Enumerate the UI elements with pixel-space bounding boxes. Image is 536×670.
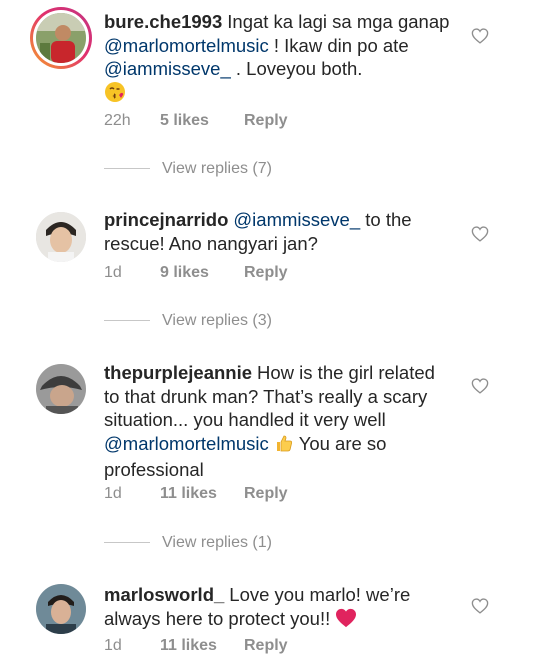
thumbs-up-icon — [274, 433, 294, 459]
comment-username[interactable]: marlosworld_ — [104, 584, 224, 605]
divider-line — [104, 542, 150, 544]
view-replies-button[interactable]: View replies (7) — [104, 160, 272, 182]
reply-button[interactable]: Reply — [244, 485, 288, 503]
comment-timestamp: 1d — [104, 485, 122, 502]
comment-text-segment: ! Ikaw din po ate — [268, 34, 409, 56]
view-replies-button[interactable]: View replies (3) — [104, 312, 272, 334]
comment-text: princejnarrido @iammisseve_ to the rescue… — [104, 208, 452, 255]
comment-meta: 22h 5 likes Reply — [104, 112, 288, 132]
avatar[interactable] — [36, 212, 86, 262]
mention-link[interactable]: @iammisseve_ — [104, 58, 231, 79]
comment-timestamp: 22h — [104, 112, 131, 129]
heart-outline-icon[interactable] — [471, 28, 489, 44]
view-replies-label: View replies (3) — [162, 312, 272, 329]
divider-line — [104, 320, 150, 322]
heart-outline-icon[interactable] — [471, 598, 489, 614]
likes-count[interactable]: 11 likes — [160, 485, 234, 503]
reply-button[interactable]: Reply — [244, 264, 288, 282]
mention-link[interactable]: @marlomortelmusic — [104, 433, 269, 454]
comment-meta: 1d 9 likes Reply — [104, 264, 288, 284]
heart-outline-icon[interactable] — [471, 226, 489, 242]
comment-text: thepurplejeannie How is the girl related … — [104, 361, 452, 482]
view-replies-button[interactable]: View replies (1) — [104, 534, 272, 556]
comment-text: marlosworld_ Love you marlo! we’re always… — [104, 583, 452, 633]
story-ring[interactable] — [30, 7, 92, 69]
likes-count[interactable]: 5 likes — [160, 112, 234, 130]
mention-link[interactable]: @marlomortelmusic — [104, 35, 269, 56]
kiss-face-icon — [104, 81, 126, 109]
avatar[interactable] — [36, 364, 86, 414]
likes-count[interactable]: 11 likes — [160, 637, 234, 655]
red-heart-icon — [335, 608, 357, 634]
heart-outline-icon[interactable] — [471, 378, 489, 394]
reply-button[interactable]: Reply — [244, 112, 288, 130]
comment-meta: 1d 11 likes Reply — [104, 637, 288, 657]
view-replies-label: View replies (1) — [162, 534, 272, 551]
comment-username[interactable]: bure.che1993 — [104, 11, 222, 32]
reply-button[interactable]: Reply — [244, 637, 288, 655]
comment-username[interactable]: princejnarrido — [104, 209, 228, 230]
comment-timestamp: 1d — [104, 264, 122, 281]
view-replies-label: View replies (7) — [162, 160, 272, 177]
comment-username[interactable]: thepurplejeannie — [104, 362, 252, 383]
comment-text-segment: . Loveyou both. — [230, 58, 363, 79]
comment-text-segment: Ingat ka lagi sa mga ganap — [227, 11, 450, 32]
avatar[interactable] — [36, 584, 86, 634]
mention-link[interactable]: @iammisseve_ — [233, 209, 360, 230]
likes-count[interactable]: 9 likes — [160, 264, 234, 282]
avatar[interactable] — [36, 13, 86, 63]
comment-text: bure.che1993 Ingat ka lagi sa mga ganap @… — [104, 10, 452, 108]
divider-line — [104, 168, 150, 170]
comment-meta: 1d 11 likes Reply — [104, 485, 288, 505]
comment-timestamp: 1d — [104, 637, 122, 654]
